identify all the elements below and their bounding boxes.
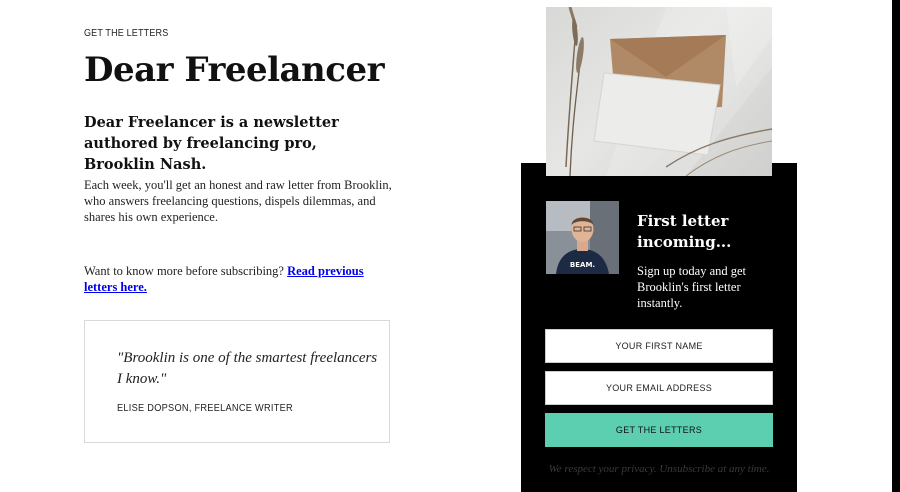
more-info-text: Want to know more before subscribing? Re… (84, 263, 384, 295)
avatar-art: BEAM. (546, 201, 619, 274)
page-title: Dear Freelancer (84, 50, 385, 90)
author-avatar: BEAM. (546, 201, 619, 274)
page-edge (892, 0, 900, 492)
more-info-prefix: Want to know more before subscribing? (84, 264, 288, 278)
email-placeholder: YOUR EMAIL ADDRESS (605, 383, 713, 393)
avatar-shirt-text: BEAM. (570, 261, 595, 269)
privacy-note: We respect your privacy. Unsubscribe at … (548, 463, 770, 475)
email-field[interactable]: YOUR EMAIL ADDRESS (545, 371, 773, 405)
signup-panel: BEAM. First letter incoming... Sign up t… (521, 163, 797, 492)
description-text: Each week, you'll get an honest and raw … (84, 178, 392, 224)
envelope-photo (546, 7, 772, 176)
envelope-photo-art (565, 7, 772, 176)
testimonial-quote: "Brooklin is one of the smartest freelan… (117, 350, 378, 387)
signup-description: Sign up today and get Brooklin's first l… (637, 264, 747, 310)
signup-heading: First letter incoming... (637, 212, 732, 251)
testimonial-card: "Brooklin is one of the smartest freelan… (84, 320, 390, 443)
page-subtitle: Dear Freelancer is a newsletter authored… (84, 114, 339, 173)
first-name-field[interactable]: YOUR FIRST NAME (545, 329, 773, 363)
get-letters-button[interactable]: GET THE LETTERS (545, 413, 773, 447)
testimonial-author: ELISE DOPSON, FREELANCE WRITER (117, 403, 293, 414)
first-name-placeholder: YOUR FIRST NAME (615, 341, 703, 351)
eyebrow-label: GET THE LETTERS (84, 28, 169, 39)
